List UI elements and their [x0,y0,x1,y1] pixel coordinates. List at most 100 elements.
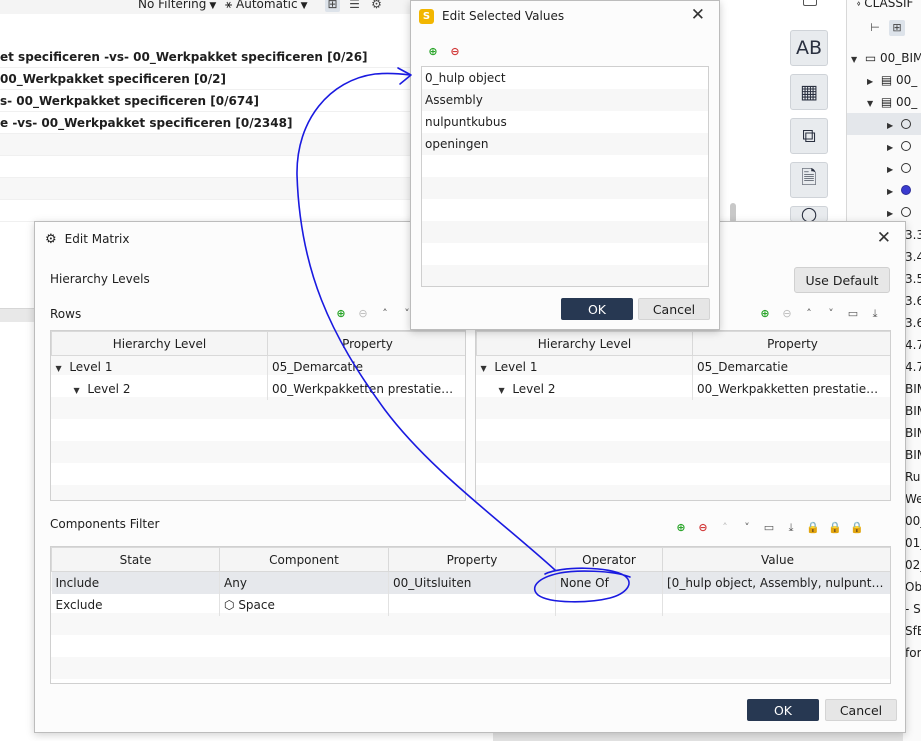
property-cell[interactable]: 00_Werkpakketten prestatiem... [267,377,465,400]
expand-icon[interactable]: ▼ [56,364,66,373]
cancel-button[interactable]: Cancel [638,298,710,320]
column-header-operator[interactable]: Operator [555,547,663,572]
column-header-property[interactable]: Property [267,331,465,356]
mode-dropdown[interactable]: ⚹ Automatic ▼ [225,0,308,12]
list-item[interactable]: et specificeren -vs- 00_Werkpakket speci… [0,46,410,68]
folder-icon[interactable]: ▭ [761,520,777,536]
classification-item-selected[interactable]: ▶ [847,113,921,135]
property-cell[interactable]: 05_Demarcatie [692,355,890,378]
column-header-component[interactable]: Component [219,547,389,572]
use-default-button[interactable]: Use Default [794,267,890,293]
move-up-icon[interactable]: ˄ [717,520,733,536]
classification-code[interactable]: 3.6 [905,312,921,334]
hierarchy-level-cell[interactable]: ▼ Level 2 [51,377,268,400]
list-item[interactable]: nulpuntkubus [422,111,708,133]
filter-dropdown[interactable]: No Filtering ▼ [138,0,216,11]
classification-code[interactable]: 01_ [905,532,921,554]
component-cell[interactable]: ⬡ Space [219,593,389,616]
remove-filter-icon[interactable]: ⊖ [695,520,711,536]
classification-code[interactable]: BIM [905,444,921,466]
list-view-icon[interactable]: ☰ [347,0,362,12]
move-down-icon[interactable]: ˅ [739,520,755,536]
document-tool-button[interactable]: 🗎 [790,162,828,198]
classification-code[interactable]: 02_ [905,554,921,576]
download-icon[interactable]: ⤓ [867,306,883,322]
column-header-state[interactable]: State [51,547,220,572]
move-down-icon[interactable]: ˅ [823,306,839,322]
classification-item[interactable]: ▶ [887,179,911,201]
folder-icon[interactable]: ▭ [845,306,861,322]
lock-remove-icon[interactable]: 🔒 [849,520,865,536]
cancel-button[interactable]: Cancel [825,699,897,721]
classification-code[interactable]: BIM [905,378,921,400]
expand-icon[interactable]: ▼ [499,386,509,395]
hierarchy-icon[interactable]: ⊢ [867,20,883,36]
lock-icon[interactable]: 🔒 [827,520,843,536]
operator-cell[interactable]: None Of [555,571,663,594]
settings-icon[interactable]: ⚙ [369,0,384,12]
grid-tool-button[interactable]: ▦ [790,74,828,110]
vertical-scrollbar-thumb[interactable] [730,203,736,223]
remove-row-icon[interactable]: ⊖ [355,306,371,322]
list-item[interactable]: openingen [422,133,708,155]
column-header-hierarchy-level[interactable]: Hierarchy Level [51,331,268,356]
remove-column-icon[interactable]: ⊖ [779,306,795,322]
list-item[interactable]: Assembly [422,89,708,111]
table-row[interactable]: Exclude ⬡ Space [51,593,890,616]
text-tool-button[interactable]: AB [790,30,828,66]
classification-code[interactable]: Obj [905,576,921,598]
classification-code[interactable]: 4.7 [905,334,921,356]
hierarchy-level-cell[interactable]: ▼ Level 1 [476,355,693,378]
table-row[interactable]: Include Any 00_Uitsluiten None Of [0_hul… [51,571,890,594]
classification-item[interactable]: ▼ ▤ 00_ [867,91,917,113]
window-restore-icon[interactable] [803,0,817,6]
remove-value-icon[interactable]: ⊖ [447,44,463,60]
ok-button[interactable]: OK [747,699,819,721]
column-header-property[interactable]: Property [692,331,890,356]
table-row[interactable]: ▼ Level 2 00_Werkpakketten prestatiem... [51,377,465,400]
add-row-icon[interactable]: ⊕ [333,306,349,322]
property-cell[interactable] [388,593,556,616]
classification-code[interactable]: 3.6 [905,290,921,312]
operator-cell[interactable] [555,593,663,616]
move-up-icon[interactable]: ˄ [377,306,393,322]
list-item[interactable]: e -vs- 00_Werkpakket specificeren [0/234… [0,112,410,134]
close-icon[interactable]: ✕ [877,228,891,248]
column-header-hierarchy-level[interactable]: Hierarchy Level [476,331,693,356]
classification-code[interactable]: We [905,488,921,510]
compare-tool-button[interactable]: ⧉ [790,118,828,154]
ok-button[interactable]: OK [561,298,633,320]
expand-icon[interactable]: ▼ [74,386,84,395]
hierarchy-level-cell[interactable]: ▼ Level 2 [476,377,693,400]
state-cell[interactable]: Include [51,571,220,594]
property-cell[interactable]: 00_Werkpakketten prestatiem... [692,377,890,400]
classification-code[interactable]: BIM [905,400,921,422]
classification-code[interactable]: 00_ [905,510,921,532]
tree-icon[interactable]: ⊞ [889,20,905,36]
classification-item[interactable]: ▶ [887,201,911,223]
list-item[interactable]: 0_hulp object [422,67,708,89]
move-up-icon[interactable]: ˄ [801,306,817,322]
list-item[interactable]: 00_Werkpakket specificeren [0/2] [0,68,410,90]
column-header-value[interactable]: Value [662,547,890,572]
classification-code[interactable]: Ru [905,466,921,488]
classification-code[interactable]: 3.4 [905,246,921,268]
download-icon[interactable]: ⤓ [783,520,799,536]
component-cell[interactable]: Any [219,571,389,594]
value-cell[interactable]: [0_hulp object, Assembly, nulpuntkub... [662,571,890,594]
classification-item[interactable]: ▶ [887,157,911,179]
classification-code[interactable]: 4.7 [905,356,921,378]
classification-item[interactable]: ▶ ▤ 00_ [867,69,917,91]
classification-code[interactable]: 3.5 [905,268,921,290]
classification-code[interactable]: SfB [905,620,921,642]
tree-view-icon[interactable]: ⊞ [325,0,340,12]
table-row[interactable]: ▼ Level 1 05_Demarcatie [476,355,890,378]
table-row[interactable]: ▼ Level 1 05_Demarcatie [51,355,465,378]
property-cell[interactable]: 00_Uitsluiten [388,571,556,594]
property-cell[interactable]: 05_Demarcatie [267,355,465,378]
classification-item[interactable]: ▼ ▭ 00_BIM [851,47,921,69]
value-cell[interactable] [662,593,890,616]
classification-code[interactable]: - Sf [905,598,921,620]
close-icon[interactable]: ✕ [691,5,705,25]
classification-code[interactable]: for [905,642,921,664]
